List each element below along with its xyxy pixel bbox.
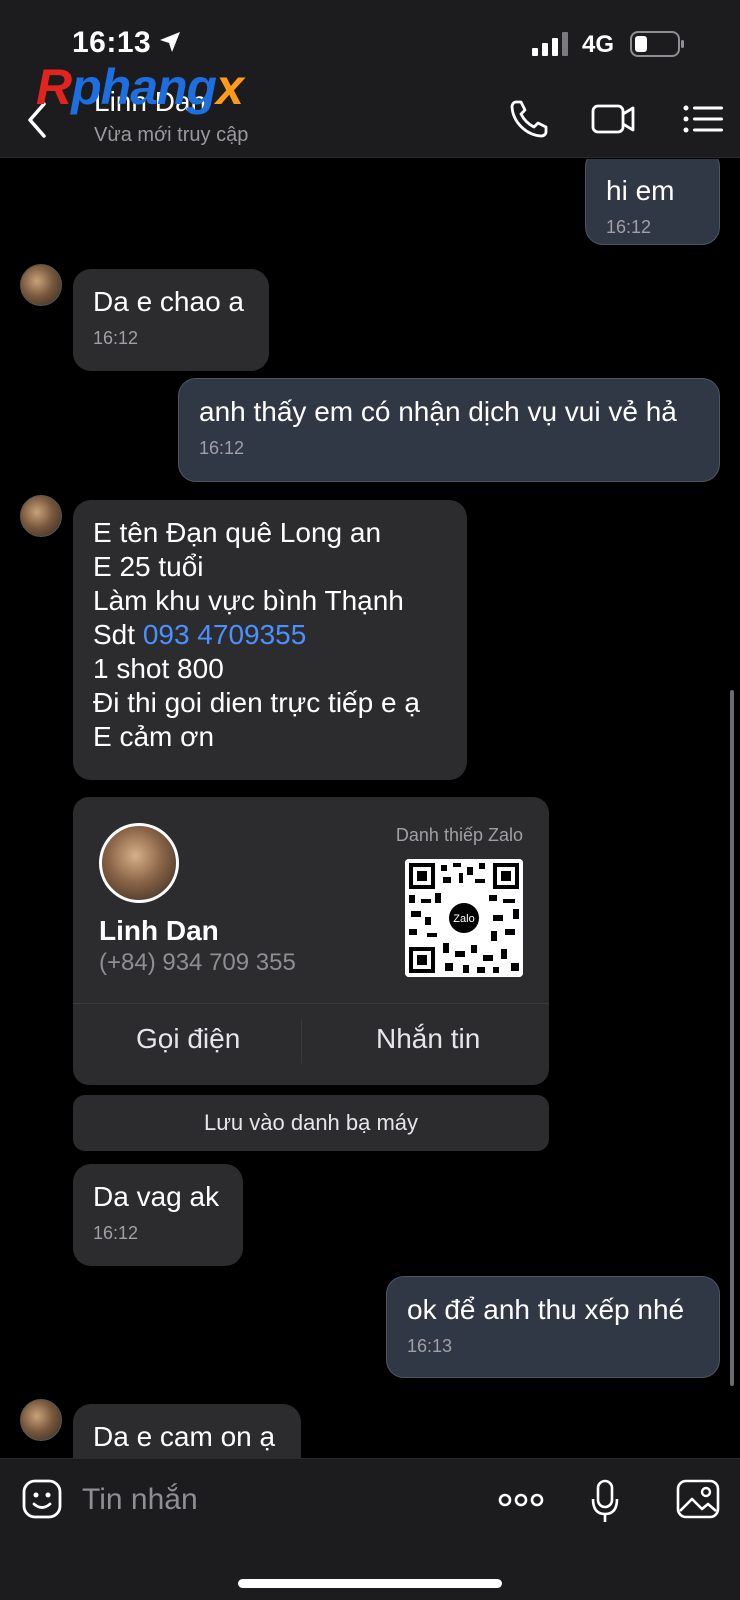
message-time: 16:12 (93, 1223, 139, 1243)
message-time: 16:12 (199, 438, 245, 458)
card-name: Linh Dan (99, 915, 219, 946)
message-incoming[interactable]: Da e cam on ạ (73, 1404, 301, 1458)
message-outgoing[interactable]: anh thấy em có nhận dịch vụ vui vẻ hả 16… (178, 378, 720, 482)
card-phone: (+84) 934 709 355 (99, 949, 296, 976)
message-input[interactable]: Tin nhắn (82, 1483, 198, 1517)
avatar[interactable] (20, 1399, 62, 1441)
card-avatar (99, 823, 179, 903)
message-text: anh thấy em có nhận dịch vụ vui vẻ hả (199, 396, 677, 427)
status-time: 16:13 (72, 26, 152, 59)
divider (301, 1019, 302, 1063)
avatar[interactable] (20, 495, 62, 537)
message-incoming[interactable]: Da e chao a 16:12 (73, 269, 269, 371)
message-incoming[interactable]: E tên Đạn quê Long an E 25 tuổi Làm khu … (73, 500, 467, 780)
save-to-contacts-button[interactable]: Lưu vào danh bạ máy (73, 1095, 549, 1151)
battery-icon (630, 31, 684, 57)
phone-link[interactable]: 093 4709355 (143, 619, 307, 650)
message-text: Da e chao a (93, 286, 244, 317)
message-line: Làm khu vực bình Thạnh (93, 585, 404, 616)
call-button[interactable]: Gọi điện (136, 1023, 240, 1055)
card-label: Danh thiếp Zalo (395, 825, 523, 845)
video-icon[interactable] (590, 96, 636, 142)
home-indicator (238, 1579, 502, 1588)
scrollbar[interactable] (730, 690, 734, 1386)
message-line: Sdt 093 4709355 (93, 619, 307, 650)
message-text: Da vag ak (93, 1181, 220, 1212)
message-time: 16:13 (407, 1336, 453, 1356)
divider (73, 1003, 549, 1004)
message-line: E tên Đạn quê Long an (93, 517, 382, 548)
contact-card[interactable]: Danh thiếp Zalo Zalo Linh Dan (+84) 934 … (73, 797, 549, 1085)
message-line: E cảm ơn (93, 721, 215, 752)
network-type: 4G (582, 31, 615, 58)
signal-icon (532, 32, 568, 56)
phone-icon[interactable] (506, 96, 552, 142)
message-text: ok để anh thu xếp nhé (407, 1294, 685, 1325)
input-bar: Tin nhắn (0, 1458, 740, 1600)
message-line: E 25 tuổi (93, 551, 204, 582)
location-arrow-icon (160, 32, 180, 52)
avatar[interactable] (20, 264, 62, 306)
message-time: 16:12 (93, 328, 139, 348)
qr-code[interactable]: Zalo (405, 859, 523, 977)
image-icon[interactable] (676, 1479, 720, 1519)
message-line: Đi thi goi dien trực tiếp e ạ (93, 687, 420, 718)
message-text: Da e cam on ạ (93, 1421, 276, 1452)
send-message-button[interactable]: Nhắn tin (376, 1023, 480, 1055)
menu-icon[interactable] (680, 96, 726, 142)
message-text: hi em (606, 175, 675, 206)
microphone-icon[interactable] (590, 1479, 620, 1525)
emoji-icon[interactable] (22, 1479, 62, 1519)
message-time: 16:12 (606, 217, 652, 237)
message-line: 1 shot 800 (93, 653, 224, 684)
chat-area[interactable]: hi em 16:12 Da e chao a 16:12 anh thấy e… (0, 159, 740, 1458)
watermark-logo: Rphangx (36, 59, 244, 115)
contact-status: Vừa mới truy cập (94, 124, 249, 146)
more-icon[interactable] (498, 1487, 544, 1513)
message-outgoing[interactable]: ok để anh thu xếp nhé 16:13 (386, 1276, 720, 1378)
top-bar: 16:13 4G Linh Dan Vừa mới truy cập Rphan… (0, 0, 740, 158)
message-outgoing[interactable]: hi em 16:12 (585, 159, 720, 245)
message-incoming[interactable]: Da vag ak 16:12 (73, 1164, 243, 1266)
qr-logo-text: Zalo (453, 913, 474, 925)
